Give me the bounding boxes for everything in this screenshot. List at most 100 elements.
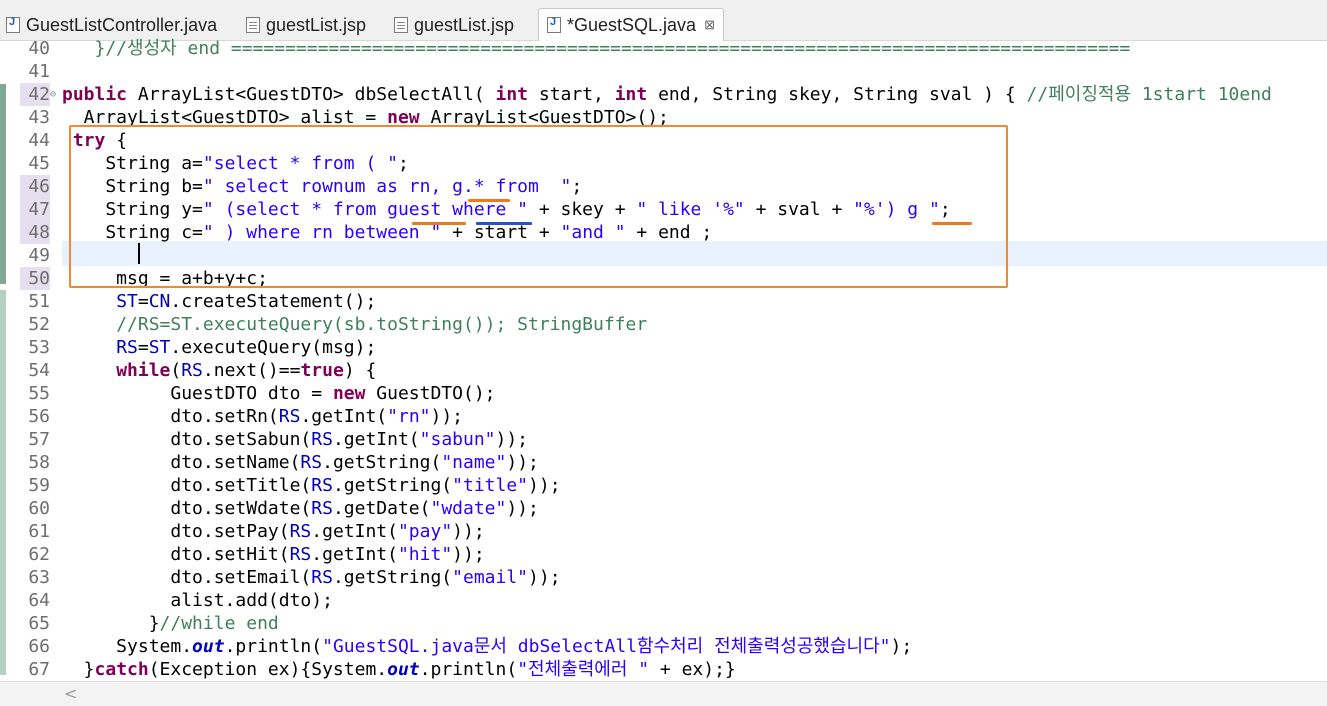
line-number: 44 [28,130,50,151]
code-token: "hit" [397,544,453,565]
line-number: 55 [28,383,50,404]
code-text: System.out.println("GuestSQL.java문서 dbSe… [62,635,912,658]
code-token: GuestDTO dto = [62,383,333,404]
horizontal-scrollbar[interactable]: < [0,681,1327,706]
line-number: 42 [20,83,50,106]
code-token: "title" [452,475,529,496]
code-token: .getInt( [311,521,398,542]
code-line[interactable]: 56 dto.setRn(RS.getInt("rn")); [0,405,1327,428]
code-text: public ArrayList<GuestDTO> dbSelectAll( … [62,83,1272,106]
line-number: 62 [28,544,50,565]
code-token: .createStatement(); [170,291,377,312]
tab-label: GuestListController.java [26,14,218,35]
code-token: "name" [441,452,507,473]
code-line[interactable]: 53 RS=ST.executeQuery(msg); [0,336,1327,359]
code-line[interactable]: 66 System.out.println("GuestSQL.java문서 d… [0,635,1327,658]
line-number: 64 [28,590,50,611]
code-token: (Exception ex){System. [148,659,388,680]
code-token: out [192,636,225,657]
annotation-underline [932,222,972,225]
code-token: ST [148,337,171,358]
code-token: RS [300,452,323,473]
code-line[interactable]: 58 dto.setName(RS.getString("name")); [0,451,1327,474]
tab-guestlist-jsp[interactable]: guestList.jsp [246,10,366,40]
code-line[interactable]: 40 }//생성자 end ==========================… [0,37,1327,60]
code-line[interactable]: 57 dto.setSabun(RS.getInt("sabun")); [0,428,1327,451]
code-line[interactable]: 63 dto.setEmail(RS.getString("email")); [0,566,1327,589]
code-line[interactable]: 52 //RS=ST.executeQuery(sb.toString()); … [0,313,1327,336]
close-icon[interactable]: ⊠ [704,17,715,33]
tab-label: *GuestSQL.java [567,14,697,35]
code-token: )); [495,429,529,450]
line-number: 49 [28,245,50,266]
jsp-file-icon [394,17,408,33]
code-line[interactable]: 64 alist.add(dto); [0,589,1327,612]
code-line[interactable]: 59 dto.setTitle(RS.getString("title")); [0,474,1327,497]
code-text: dto.setSabun(RS.getInt("sabun")); [62,428,528,451]
code-line[interactable]: 61 dto.setPay(RS.getInt("pay")); [0,520,1327,543]
code-token: .getString( [332,475,453,496]
code-token: "GuestSQL.java문서 dbSelectAll함수처리 전체출력성공했… [322,636,891,657]
code-token: catch [94,659,149,680]
java-file-icon [547,16,561,33]
line-number: 46 [20,175,50,198]
code-line[interactable]: 42 ⊖ public ArrayList<GuestDTO> dbSelectAl… [0,83,1327,106]
code-token: + ex);} [649,659,736,680]
code-text: dto.setEmail(RS.getString("email")); [62,566,560,589]
code-token: RS [311,567,333,588]
tab-label: guestList.jsp [266,14,367,35]
line-number: 52 [28,314,50,335]
annotation-box [69,125,1008,288]
code-line[interactable]: 55 GuestDTO dto = new GuestDTO(); [0,382,1327,405]
code-line[interactable]: 65 }//while end [0,612,1327,635]
code-token: new [332,383,366,404]
tab-label: guestList.jsp [414,14,515,35]
code-line[interactable]: 60 dto.setWdate(RS.getDate("wdate")); [0,497,1327,520]
line-number: 59 [28,475,50,496]
line-number: 41 [28,61,50,82]
line-number: 48 [20,221,50,244]
code-token: ArrayList<GuestDTO> dbSelectAll( [127,84,496,105]
code-token: dto.setTitle( [62,475,312,496]
code-token: ( [170,360,182,381]
code-line[interactable]: 54 while(RS.next()==true) { [0,359,1327,382]
code-token: .getDate( [332,498,431,519]
code-line[interactable]: 51 ST=CN.createStatement(); [0,290,1327,313]
annotation-underline [468,199,510,202]
code-token: .println( [419,659,518,680]
code-token: ST [116,291,138,312]
code-token: end, String skey, String sval ) { [647,84,1027,105]
code-token: .getInt( [332,429,420,450]
code-line[interactable]: 67 }catch(Exception ex){System.out.print… [0,658,1327,681]
code-line[interactable]: 41 [0,60,1327,83]
code-token: )); [452,521,485,542]
tab-guestlistcontroller-java[interactable]: GuestListController.java [6,10,217,40]
code-token: )); [452,544,485,565]
code-token: )); [430,406,464,427]
code-text: dto.setHit(RS.getInt("hit")); [62,543,485,566]
code-text: alist.add(dto); [62,589,333,612]
code-line[interactable]: 62 dto.setHit(RS.getInt("hit")); [0,543,1327,566]
code-token: .getString( [332,567,453,588]
code-token: ); [890,636,913,657]
code-token: out [387,659,420,680]
annotation-underline [476,222,532,225]
code-token: } [62,659,95,680]
line-number: 60 [28,498,50,519]
code-token: .getInt( [300,406,388,427]
fold-icon[interactable]: ⊖ [50,83,56,106]
code-token: RS [311,429,333,450]
editor-tab-bar: GuestListController.java guestList.jsp gue… [0,0,1327,41]
line-number: 47 [20,198,50,221]
tab-guestlist-jsp[interactable]: guestList.jsp [394,10,514,40]
code-token: "pay" [397,521,453,542]
line-number: 66 [28,636,50,657]
java-file-icon [6,16,20,33]
code-text: dto.setRn(RS.getInt("rn")); [62,405,463,428]
code-token: public [62,84,128,105]
line-number: 65 [28,613,50,634]
code-token: GuestDTO(); [365,383,496,404]
code-token: dto.setName( [62,452,301,473]
code-token: "wdate" [430,498,507,519]
scroll-left-icon[interactable]: < [64,684,77,703]
